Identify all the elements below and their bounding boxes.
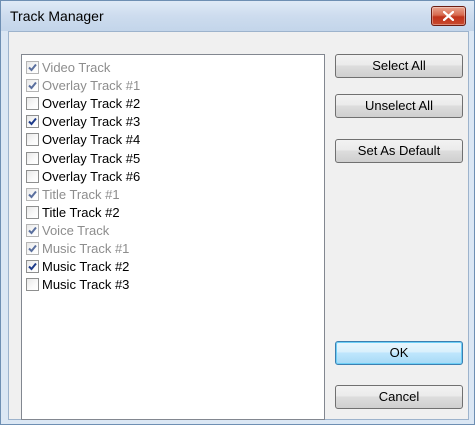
- track-item[interactable]: Music Track #2: [26, 258, 316, 276]
- track-item[interactable]: Overlay Track #3: [26, 113, 316, 131]
- track-item[interactable]: Overlay Track #4: [26, 131, 316, 149]
- track-item[interactable]: Overlay Track #1: [26, 77, 316, 95]
- ok-button[interactable]: OK: [335, 341, 463, 365]
- checkmark-icon: [28, 244, 37, 253]
- track-label: Title Track #2: [42, 204, 120, 220]
- checkmark-icon: [28, 190, 37, 199]
- close-button[interactable]: [431, 6, 466, 26]
- track-label: Overlay Track #2: [42, 96, 141, 112]
- track-checkbox-checked[interactable]: [26, 187, 39, 201]
- track-item[interactable]: Music Track #3: [26, 276, 316, 294]
- track-checkbox-checked[interactable]: [26, 242, 39, 255]
- track-checkbox-checked[interactable]: [26, 115, 39, 129]
- track-item[interactable]: Title Track #1: [26, 186, 316, 204]
- track-checklist[interactable]: Video Track Overlay Track #1 Overlay Track…: [21, 54, 325, 420]
- checkmark-icon: [28, 226, 37, 235]
- track-checkbox[interactable]: [26, 133, 39, 147]
- track-checkbox-checked[interactable]: [26, 223, 39, 237]
- title-bar[interactable]: Track Manager: [1, 1, 474, 31]
- track-checkbox[interactable]: [26, 151, 39, 165]
- track-label: Music Track #2: [42, 259, 130, 275]
- checkmark-icon: [28, 81, 37, 90]
- track-checkbox-checked[interactable]: [26, 260, 39, 274]
- checkmark-icon: [28, 118, 37, 126]
- track-label: Overlay Track #6: [42, 168, 141, 184]
- window-title: Track Manager: [10, 8, 104, 24]
- track-item[interactable]: Title Track #2: [26, 204, 316, 222]
- track-label: Overlay Track #3: [42, 114, 141, 130]
- track-label: Overlay Track #5: [42, 150, 141, 166]
- dialog-body: Video Track Overlay Track #1 Overlay Track…: [8, 31, 469, 420]
- track-checkbox[interactable]: [26, 169, 39, 183]
- track-item[interactable]: Overlay Track #5: [26, 150, 316, 168]
- track-label: Video Track: [42, 60, 111, 75]
- select-all-button[interactable]: Select All: [335, 54, 463, 78]
- track-checkbox-checked[interactable]: [26, 61, 39, 74]
- set-as-default-button[interactable]: Set As Default: [335, 139, 463, 163]
- close-icon: [443, 11, 454, 21]
- cancel-button[interactable]: Cancel: [335, 385, 463, 409]
- track-label: Overlay Track #4: [42, 132, 141, 148]
- checkmark-icon: [28, 262, 37, 271]
- track-item[interactable]: Music Track #1: [26, 240, 316, 258]
- track-item[interactable]: Overlay Track #6: [26, 168, 316, 186]
- track-label: Music Track #3: [42, 277, 130, 293]
- checkmark-icon: [28, 63, 37, 72]
- track-item[interactable]: Overlay Track #2: [26, 95, 316, 113]
- track-checkbox[interactable]: [26, 205, 39, 219]
- track-item[interactable]: Voice Track: [26, 222, 316, 240]
- track-label: Music Track #1: [42, 241, 130, 256]
- track-label: Title Track #1: [42, 186, 120, 202]
- unselect-all-button[interactable]: Unselect All: [335, 94, 463, 118]
- track-item[interactable]: Video Track: [26, 59, 316, 77]
- track-checkbox[interactable]: [26, 97, 39, 111]
- track-manager-dialog: Track Manager Video Track Overlay Track #…: [0, 0, 475, 425]
- track-checkbox[interactable]: [26, 278, 39, 292]
- track-checkbox-checked[interactable]: [26, 79, 39, 93]
- track-label: Overlay Track #1: [42, 78, 141, 94]
- track-label: Voice Track: [42, 222, 110, 238]
